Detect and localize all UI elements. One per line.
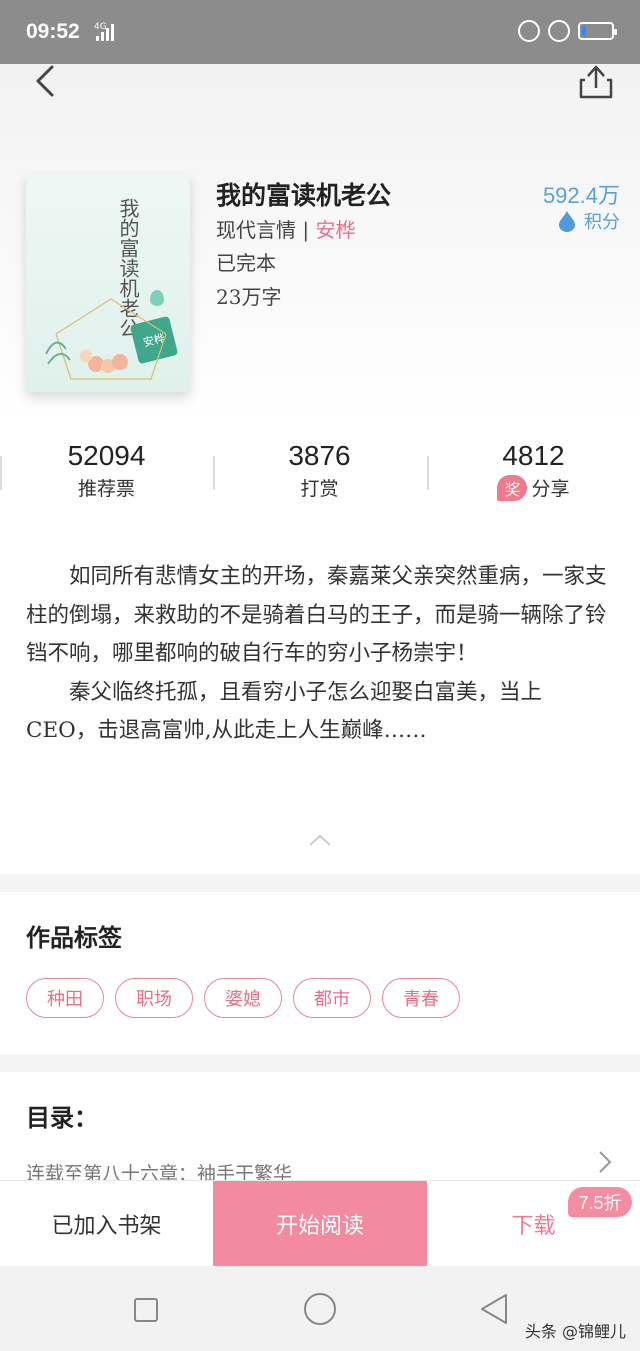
award-badge: 奖 bbox=[497, 474, 528, 501]
description-paragraph: 秦父临终托孤，且看穷小子怎么迎娶白富美，当上CEO，击退高富帅,从此走上人生巅峰… bbox=[26, 679, 543, 744]
tag-item[interactable]: 青春 bbox=[382, 978, 460, 1018]
chevron-right-icon[interactable] bbox=[598, 1150, 612, 1174]
book-cover[interactable]: 我的富读机老公 安桦 bbox=[26, 174, 190, 392]
status-time: 09:52 bbox=[26, 20, 80, 43]
stat-share-value: 4812 bbox=[502, 440, 565, 471]
network-type: 4G bbox=[94, 22, 107, 32]
recent-apps-icon[interactable] bbox=[134, 1298, 158, 1322]
book-author[interactable]: 安桦 bbox=[315, 218, 355, 242]
toc-latest-chapter[interactable]: 连载至第八十六章：袖手干繁华 bbox=[26, 1158, 586, 1180]
section-divider bbox=[0, 874, 640, 892]
start-reading-button[interactable]: 开始阅读 bbox=[213, 1181, 427, 1267]
book-word-count: 23万字 bbox=[216, 285, 282, 309]
toc-title: 目录： bbox=[26, 1103, 98, 1132]
alarm-icon bbox=[548, 20, 570, 42]
bottom-action-bar: 已加入书架 开始阅读 下载 bbox=[0, 1180, 640, 1267]
book-meta: 现代言情 | 安桦 bbox=[216, 214, 355, 243]
collapse-chevron-icon[interactable] bbox=[308, 832, 332, 848]
tag-list: 种田 职场 婆媳 都市 青春 bbox=[26, 978, 460, 1018]
home-icon[interactable] bbox=[304, 1293, 336, 1325]
stat-recommend-label: 推荐票 bbox=[77, 478, 135, 500]
book-category[interactable]: 现代言情 bbox=[216, 218, 296, 242]
stat-share-label: 分享 bbox=[531, 478, 570, 500]
book-title: 我的富读机老公 bbox=[216, 181, 392, 210]
stat-share[interactable]: 4812 奖 分享 bbox=[427, 440, 640, 501]
section-divider bbox=[0, 1054, 640, 1072]
add-to-shelf-button[interactable]: 已加入书架 bbox=[0, 1181, 213, 1267]
tag-item[interactable]: 职场 bbox=[115, 978, 193, 1018]
stat-reward[interactable]: 3876 打赏 bbox=[213, 440, 426, 501]
cover-illustration bbox=[45, 298, 167, 380]
book-description[interactable]: 如同所有悲情女主的开场，秦嘉莱父亲突然重病，一家支柱的倒塌，来救助的不是骑着白马… bbox=[26, 558, 610, 751]
stat-reward-label: 打赏 bbox=[300, 478, 339, 500]
tag-item[interactable]: 种田 bbox=[26, 978, 104, 1018]
tag-item[interactable]: 都市 bbox=[293, 978, 371, 1018]
points-label-text: 积分 bbox=[584, 212, 620, 233]
points-label: 积分 bbox=[558, 208, 620, 234]
discount-badge: 7.5折 bbox=[568, 1187, 632, 1217]
battery-icon bbox=[578, 22, 617, 40]
share-icon[interactable] bbox=[578, 62, 614, 100]
stat-reward-value: 3876 bbox=[288, 440, 351, 471]
watermark: 头条 @锦鲤儿 bbox=[524, 1322, 626, 1341]
book-status: 已完本 bbox=[216, 251, 276, 275]
nav-back-icon[interactable] bbox=[478, 1292, 510, 1326]
description-paragraph: 如同所有悲情女主的开场，秦嘉莱父亲突然重病，一家支柱的倒塌，来救助的不是骑着白马… bbox=[26, 564, 607, 666]
flame-drop-icon bbox=[559, 211, 575, 232]
system-nav-bar: 头条 @锦鲤儿 bbox=[0, 1266, 640, 1351]
tag-item[interactable]: 婆媳 bbox=[204, 978, 282, 1018]
points-value: 592.4万 bbox=[542, 183, 620, 208]
stat-recommend[interactable]: 52094 推荐票 bbox=[0, 440, 213, 501]
back-arrow-icon[interactable] bbox=[30, 64, 64, 98]
stat-recommend-value: 52094 bbox=[67, 440, 146, 471]
status-icons bbox=[518, 20, 617, 42]
status-bar: 09:52 4G bbox=[0, 0, 640, 64]
tags-section-title: 作品标签 bbox=[26, 923, 122, 952]
lock-rotation-icon bbox=[518, 20, 540, 42]
book-stats: 52094 推荐票 3876 打赏 4812 奖 分享 bbox=[0, 440, 640, 510]
meta-separator: | bbox=[302, 218, 310, 242]
